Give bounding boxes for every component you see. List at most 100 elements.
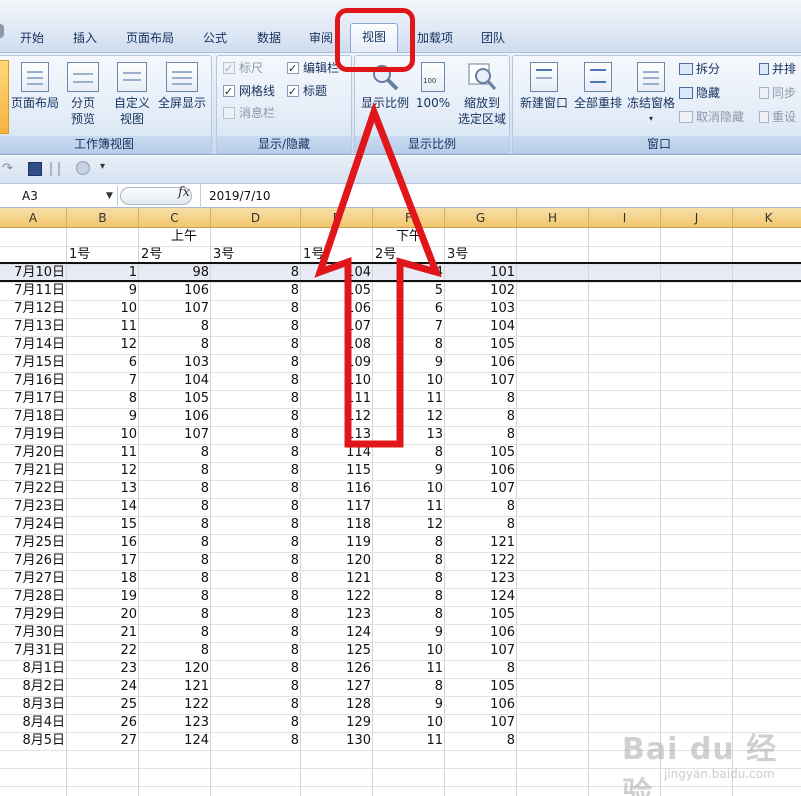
value-cell[interactable]: 9 — [373, 624, 445, 642]
value-cell[interactable]: 13 — [373, 426, 445, 444]
view-side-by-side-button[interactable]: 并排 — [759, 60, 796, 78]
value-cell[interactable]: 124 — [445, 588, 517, 606]
zoom-button[interactable]: 显示比例 — [359, 62, 411, 111]
value-cell[interactable]: 106 — [445, 354, 517, 372]
value-cell[interactable]: 11 — [373, 390, 445, 408]
date-cell[interactable]: 8月4日 — [0, 714, 67, 732]
value-cell[interactable]: 8 — [445, 660, 517, 678]
column-header-b[interactable]: B — [67, 208, 139, 228]
value-cell[interactable]: 16 — [67, 534, 139, 552]
value-cell[interactable]: 8 — [211, 642, 301, 660]
value-cell[interactable]: 14 — [67, 498, 139, 516]
full-screen-button[interactable]: 全屏显示 — [155, 62, 209, 111]
date-cell[interactable]: 7月20日 — [0, 444, 67, 462]
value-cell[interactable]: 18 — [67, 570, 139, 588]
value-cell[interactable]: 8 — [211, 426, 301, 444]
value-cell[interactable]: 10 — [67, 426, 139, 444]
value-cell[interactable]: 11 — [373, 498, 445, 516]
value-cell[interactable]: 104 — [139, 372, 211, 390]
value-cell[interactable]: 124 — [301, 624, 373, 642]
tab-insert[interactable]: 插入 — [66, 27, 104, 49]
value-cell[interactable]: 26 — [67, 714, 139, 732]
date-cell[interactable]: 7月27日 — [0, 570, 67, 588]
value-cell[interactable]: 8 — [445, 498, 517, 516]
gridlines-checkbox[interactable]: 网格线 — [223, 82, 275, 101]
value-cell[interactable]: 17 — [67, 552, 139, 570]
value-cell[interactable]: 8 — [211, 570, 301, 588]
tab-page-layout[interactable]: 页面布局 — [120, 27, 180, 49]
value-cell[interactable]: 8 — [211, 552, 301, 570]
value-cell[interactable]: 12 — [67, 462, 139, 480]
value-cell[interactable]: 107 — [445, 372, 517, 390]
save-icon[interactable] — [28, 162, 42, 176]
circle-icon[interactable] — [76, 161, 90, 175]
value-cell[interactable]: 8 — [373, 678, 445, 696]
value-cell[interactable]: 9 — [67, 282, 139, 300]
value-cell[interactable]: 107 — [445, 642, 517, 660]
value-cell[interactable]: 107 — [445, 480, 517, 498]
value-cell[interactable]: 107 — [445, 714, 517, 732]
value-cell[interactable]: 105 — [445, 444, 517, 462]
tab-view[interactable]: 视图 — [350, 23, 398, 52]
value-cell[interactable]: 13 — [67, 480, 139, 498]
value-cell[interactable]: 121 — [139, 678, 211, 696]
name-box[interactable]: A3 — [0, 186, 118, 206]
value-cell[interactable]: 8 — [211, 498, 301, 516]
value-cell[interactable]: 123 — [301, 606, 373, 624]
value-cell[interactable]: 23 — [67, 660, 139, 678]
value-cell[interactable]: 8 — [211, 606, 301, 624]
value-cell[interactable]: 115 — [301, 462, 373, 480]
tab-add-ins[interactable]: 加载项 — [410, 27, 460, 49]
value-cell[interactable]: 103 — [139, 354, 211, 372]
insert-function-icon[interactable]: fx — [178, 185, 190, 200]
value-cell[interactable]: 8 — [445, 426, 517, 444]
tab-team[interactable]: 团队 — [474, 27, 512, 49]
value-cell[interactable]: 122 — [301, 588, 373, 606]
value-cell[interactable]: 123 — [445, 570, 517, 588]
zoom-to-selection-button[interactable]: 缩放到 选定区域 — [455, 62, 509, 127]
date-cell[interactable]: 8月2日 — [0, 678, 67, 696]
column-header-f[interactable]: F — [373, 208, 445, 228]
value-cell[interactable]: 123 — [139, 714, 211, 732]
date-cell[interactable]: 7月30日 — [0, 624, 67, 642]
column-header-c[interactable]: C — [139, 208, 211, 228]
worksheet-grid[interactable]: 上午 下午 1号 2号 3号 1号 2号 3号 7月10日 1 98 8 104 4 101 7月11日 9 10… — [0, 228, 801, 796]
value-cell[interactable]: 8 — [211, 282, 301, 300]
value-cell[interactable]: 9 — [67, 408, 139, 426]
value-cell[interactable]: 10 — [373, 642, 445, 660]
value-cell[interactable]: 22 — [67, 642, 139, 660]
value-cell[interactable]: 20 — [67, 606, 139, 624]
date-cell[interactable]: 7月17日 — [0, 390, 67, 408]
page-break-preview-button[interactable]: 分页 预览 — [63, 62, 103, 127]
ruler-checkbox[interactable]: 标尺 — [223, 59, 263, 78]
tab-data[interactable]: 数据 — [250, 27, 288, 49]
value-cell[interactable]: 7 — [373, 318, 445, 336]
value-cell[interactable]: 8 — [445, 732, 517, 750]
value-cell[interactable]: 105 — [301, 282, 373, 300]
value-cell[interactable]: 129 — [301, 714, 373, 732]
value-cell[interactable]: 8 — [211, 408, 301, 426]
value-cell[interactable]: 8 — [211, 480, 301, 498]
value-cell[interactable]: 117 — [301, 498, 373, 516]
tab-home[interactable]: 开始 — [14, 27, 50, 49]
page-layout-button[interactable]: 页面布局 — [9, 62, 61, 111]
value-cell[interactable]: 8 — [211, 390, 301, 408]
value-cell[interactable]: 8 — [139, 462, 211, 480]
date-cell[interactable]: 7月29日 — [0, 606, 67, 624]
value-cell[interactable]: 111 — [301, 390, 373, 408]
value-cell[interactable]: 105 — [445, 678, 517, 696]
value-cell[interactable]: 122 — [139, 696, 211, 714]
tab-review[interactable]: 审阅 — [302, 27, 340, 49]
header-morning[interactable]: 上午 — [67, 228, 301, 246]
value-cell[interactable]: 5 — [373, 282, 445, 300]
value-cell[interactable]: 11 — [373, 660, 445, 678]
date-cell[interactable]: 7月31日 — [0, 642, 67, 660]
unhide-button[interactable]: 取消隐藏 — [679, 108, 744, 126]
value-cell[interactable]: 109 — [301, 354, 373, 372]
customize-toolbar-icon[interactable]: ▾ — [100, 161, 105, 172]
date-cell[interactable]: 7月11日 — [0, 282, 67, 300]
value-cell[interactable]: 8 — [211, 354, 301, 372]
value-cell[interactable]: 10 — [373, 372, 445, 390]
value-cell[interactable]: 120 — [139, 660, 211, 678]
column-header-g[interactable]: G — [445, 208, 517, 228]
